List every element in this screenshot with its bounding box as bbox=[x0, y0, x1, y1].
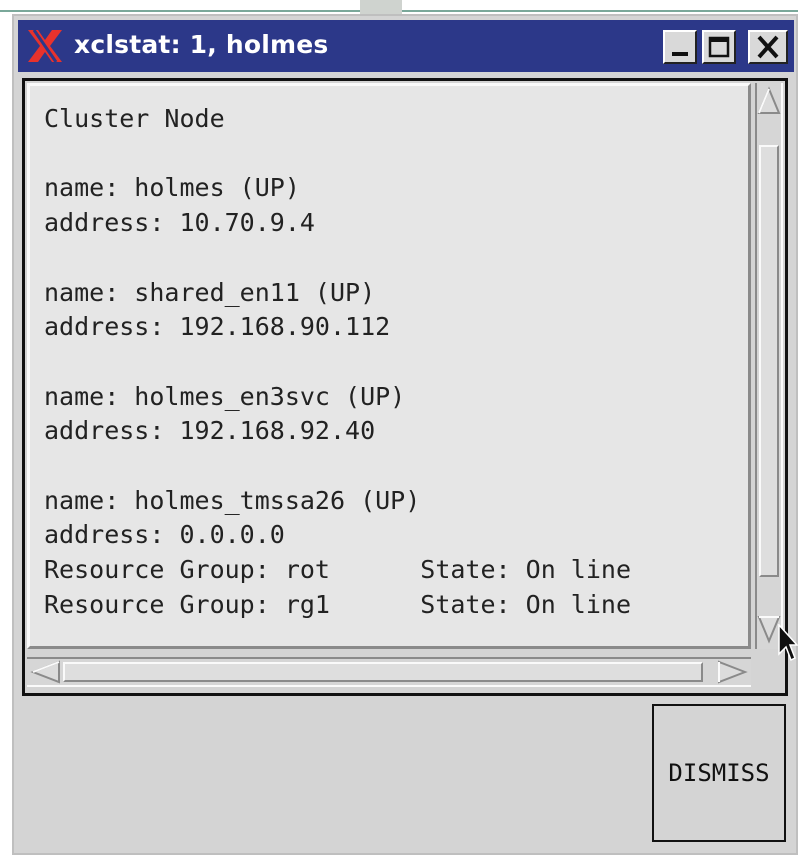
status-line: address: 192.168.90.112 bbox=[44, 312, 391, 342]
background-gap bbox=[360, 0, 402, 14]
title-bar[interactable]: xclstat: 1, holmes bbox=[18, 20, 794, 72]
mouse-pointer-icon bbox=[778, 624, 798, 662]
vertical-scrollbar[interactable] bbox=[755, 83, 783, 649]
close-button[interactable] bbox=[748, 30, 788, 64]
status-line: name: holmes_en3svc (UP) bbox=[44, 381, 406, 411]
status-line: name: holmes_tmssa26 (UP) bbox=[44, 485, 421, 515]
status-line: address: 0.0.0.0 bbox=[44, 520, 285, 550]
scroll-left-arrow-icon[interactable] bbox=[29, 659, 63, 685]
close-icon bbox=[757, 35, 779, 59]
background-window-edge bbox=[0, 0, 360, 12]
scroll-right-arrow-icon[interactable] bbox=[715, 659, 749, 685]
status-text: Cluster Node name: holmes (UP) address: … bbox=[44, 102, 631, 623]
maximize-button[interactable] bbox=[702, 30, 736, 64]
horizontal-scrollbar[interactable] bbox=[27, 657, 751, 687]
status-line: Resource Group: rg1 State: On line bbox=[44, 589, 631, 619]
status-line: name: holmes (UP) bbox=[44, 173, 300, 203]
status-line: name: shared_en11 (UP) bbox=[44, 277, 376, 307]
status-line: Cluster Node bbox=[44, 104, 225, 133]
scrolled-text-frame: Cluster Node name: holmes (UP) address: … bbox=[22, 78, 788, 696]
dismiss-button[interactable]: DISMISS bbox=[652, 704, 786, 842]
horizontal-scroll-thumb[interactable] bbox=[63, 662, 703, 682]
status-line: Resource Group: rot State: On line bbox=[44, 555, 631, 585]
status-line: address: 192.168.92.40 bbox=[44, 416, 376, 446]
status-line: address: 10.70.9.4 bbox=[44, 208, 315, 238]
window-title: xclstat: 1, holmes bbox=[74, 30, 329, 59]
background-window-edge-right bbox=[402, 0, 798, 12]
minimize-icon bbox=[672, 52, 688, 56]
vertical-scroll-thumb[interactable] bbox=[759, 145, 779, 577]
status-text-area[interactable]: Cluster Node name: holmes (UP) address: … bbox=[27, 83, 751, 649]
x-logo-icon bbox=[28, 29, 62, 63]
minimize-button[interactable] bbox=[663, 30, 697, 64]
maximize-icon bbox=[708, 36, 730, 58]
xclstat-window: xclstat: 1, holmes Cluster Node name: ho… bbox=[12, 14, 798, 855]
scroll-up-arrow-icon[interactable] bbox=[757, 85, 781, 119]
